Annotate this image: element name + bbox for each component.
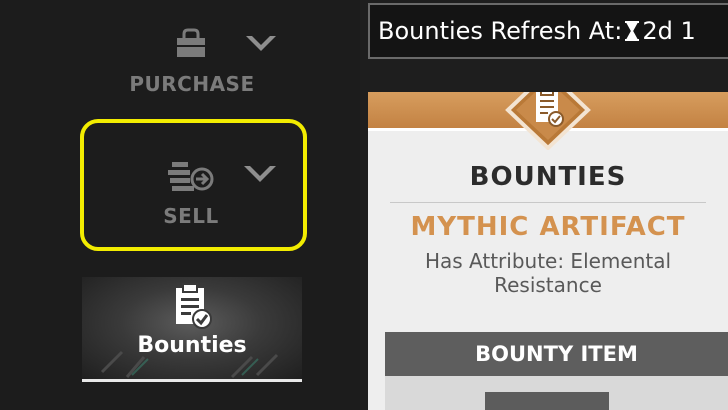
card-description: Has Attribute: Elemental Resistance [424,249,672,297]
left-panel: PURCHASE SELL Bounties [0,0,360,410]
bounty-card: BOUNTIES MYTHIC ARTIFACT Has Attribute: … [368,92,728,410]
chevron-down-icon[interactable] [244,32,278,54]
clipboard-check-icon [505,92,591,150]
bounty-item-section: BOUNTY ITEM [385,332,728,410]
bounty-item-slot[interactable] [485,392,609,410]
purchase-button[interactable]: PURCHASE [110,20,280,105]
sell-label: SELL [163,204,219,228]
bounties-tile-label: Bounties [137,333,247,358]
sell-button[interactable]: SELL [130,150,290,235]
sell-stack-icon [168,162,214,191]
hourglass-icon [624,5,640,57]
refresh-timer: 2d 1 [642,17,696,45]
clipboard-check-icon [176,283,212,329]
shopping-bag-icon [177,28,205,57]
card-title: BOUNTIES [469,162,627,192]
bounty-item-header: BOUNTY ITEM [385,332,728,376]
card-divider [390,202,706,203]
chevron-down-icon[interactable] [242,162,278,184]
bounty-refresh-bar: Bounties Refresh At: 2d 1 [368,3,728,59]
card-subtitle: MYTHIC ARTIFACT [410,212,686,242]
refresh-label: Bounties Refresh At: [378,17,623,45]
bounties-tile[interactable]: Bounties [82,277,302,382]
purchase-label: PURCHASE [129,72,255,96]
